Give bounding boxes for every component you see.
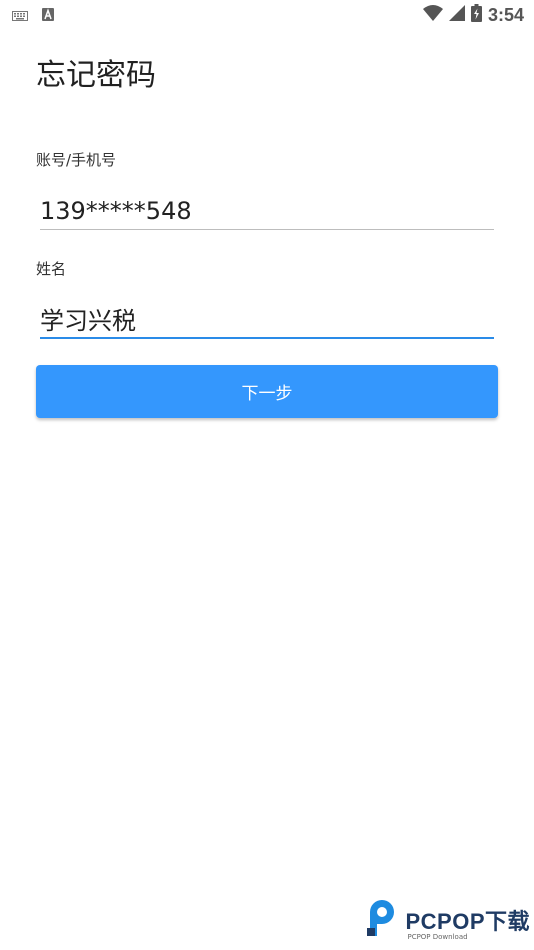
- watermark-main-text: PCPOP下载: [405, 909, 530, 934]
- next-step-button[interactable]: 下一步: [36, 365, 498, 418]
- account-input[interactable]: [40, 192, 494, 230]
- keyboard-icon: [12, 6, 28, 25]
- name-input[interactable]: [40, 299, 494, 337]
- account-input-underline: [40, 229, 494, 230]
- clock: 3:54: [487, 5, 524, 25]
- wifi-icon: [422, 5, 443, 25]
- name-label: 姓名: [36, 260, 67, 278]
- battery-charging-icon: [470, 4, 482, 26]
- status-bar: 3:54: [0, 0, 534, 28]
- signal-icon: [448, 5, 465, 25]
- watermark-sub-text: PCPOP Download: [407, 933, 468, 941]
- watermark: PCPOP下载 PCPOP Download: [365, 898, 530, 942]
- pcpop-logo-icon: [365, 898, 401, 942]
- app-a-icon: [42, 6, 54, 25]
- account-label: 账号/手机号: [36, 151, 117, 169]
- page-title: 忘记密码: [36, 58, 156, 93]
- name-input-underline: [40, 337, 494, 339]
